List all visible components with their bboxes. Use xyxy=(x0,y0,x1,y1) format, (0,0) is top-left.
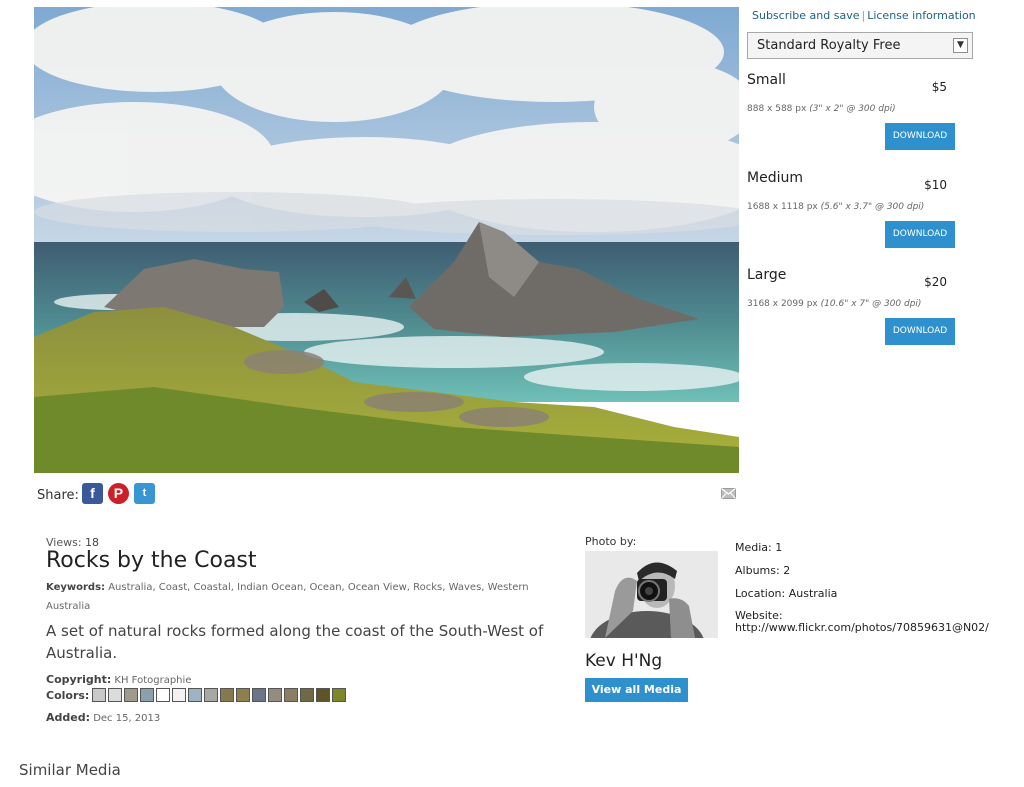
size-print: (3" x 2" @ 300 dpi) xyxy=(809,104,896,114)
size-price: $5 xyxy=(931,80,947,94)
added-value: Dec 15, 2013 xyxy=(93,713,161,724)
twitter-icon[interactable]: t xyxy=(133,483,155,504)
page-title: Rocks by the Coast xyxy=(46,548,257,573)
size-print: (10.6" x 7" @ 300 dpi) xyxy=(820,299,922,309)
color-swatch[interactable] xyxy=(220,688,235,702)
color-swatch[interactable] xyxy=(188,688,203,702)
stat-media-label: Media: xyxy=(735,541,772,554)
copyright: Copyright: KH Fotographie xyxy=(46,673,191,686)
share-label: Share: xyxy=(37,488,79,503)
size-pixels: 888 x 588 px xyxy=(747,104,807,114)
license-selected-value: Standard Royalty Free xyxy=(757,38,901,53)
color-swatch[interactable] xyxy=(252,688,267,702)
pinterest-icon[interactable]: P xyxy=(107,483,129,504)
description: A set of natural rocks formed along the … xyxy=(46,622,544,662)
color-swatch[interactable] xyxy=(124,688,139,702)
size-dimensions: 3168 x 2099 px (10.6" x 7" @ 300 dpi) xyxy=(747,299,921,309)
size-pixels: 3168 x 2099 px xyxy=(747,299,818,309)
color-swatch[interactable] xyxy=(284,688,299,702)
size-price: $20 xyxy=(924,275,947,289)
download-large-button[interactable]: DOWNLOAD xyxy=(885,318,955,345)
main-photo[interactable] xyxy=(34,7,739,473)
photographer-portrait xyxy=(585,551,718,638)
license-info-link[interactable]: License information xyxy=(867,9,975,22)
link-separator: | xyxy=(861,9,866,22)
stat-media: Media: 1 xyxy=(735,541,782,554)
size-name: Large xyxy=(747,267,787,283)
website-link[interactable]: http://www.flickr.com/photos/70859631@N0… xyxy=(735,621,989,634)
view-all-media-button[interactable]: View all Media xyxy=(585,678,688,702)
color-swatch[interactable] xyxy=(108,688,123,702)
download-medium-button[interactable]: DOWNLOAD xyxy=(885,221,955,248)
photo-by-label: Photo by: xyxy=(585,535,637,548)
coastal-rocks-photo xyxy=(34,7,739,473)
size-option-large: Large $20 3168 x 2099 px (10.6" x 7" @ 3… xyxy=(747,267,959,347)
size-option-small: Small $5 888 x 588 px (3" x 2" @ 300 dpi… xyxy=(747,72,959,152)
author-name[interactable]: Kev H'Ng xyxy=(585,651,662,671)
color-swatch[interactable] xyxy=(316,688,331,702)
color-swatch[interactable] xyxy=(204,688,219,702)
facebook-icon[interactable]: f xyxy=(81,483,103,504)
color-swatch[interactable] xyxy=(172,688,187,702)
stat-albums-value: 2 xyxy=(783,564,791,577)
copyright-value: KH Fotographie xyxy=(114,675,192,686)
chevron-down-icon[interactable]: ▼ xyxy=(953,38,968,53)
size-dimensions: 888 x 588 px (3" x 2" @ 300 dpi) xyxy=(747,104,896,114)
stat-albums: Albums: 2 xyxy=(735,564,790,577)
stat-media-value: 1 xyxy=(775,541,783,554)
size-dimensions: 1688 x 1118 px (5.6" x 3.7" @ 300 dpi) xyxy=(747,202,924,212)
size-option-medium: Medium $10 1688 x 1118 px (5.6" x 3.7" @… xyxy=(747,170,959,250)
license-type-select[interactable]: Standard Royalty Free ▼ xyxy=(747,32,973,59)
size-pixels: 1688 x 1118 px xyxy=(747,202,818,212)
size-name: Medium xyxy=(747,170,803,186)
avatar[interactable] xyxy=(585,551,718,638)
color-swatch[interactable] xyxy=(300,688,315,702)
color-swatch[interactable] xyxy=(268,688,283,702)
color-swatches xyxy=(92,688,348,702)
stat-location-label: Location: xyxy=(735,587,786,600)
keywords-list[interactable]: Australia, Coast, Coastal, Indian Ocean,… xyxy=(46,582,529,612)
stat-location: Location: Australia xyxy=(735,587,837,600)
size-price: $10 xyxy=(924,178,947,192)
email-icon[interactable] xyxy=(721,488,736,499)
copyright-label: Copyright: xyxy=(46,673,112,686)
added-date: Added: Dec 15, 2013 xyxy=(46,711,160,724)
share-bar: Share: f P t xyxy=(37,483,160,504)
keywords-label: Keywords: xyxy=(46,582,106,593)
subscribe-link[interactable]: Subscribe and save xyxy=(752,9,859,22)
color-swatch[interactable] xyxy=(140,688,155,702)
stat-location-value: Australia xyxy=(788,587,838,600)
color-swatch[interactable] xyxy=(332,688,347,702)
header-links: Subscribe and save | License information xyxy=(752,9,976,22)
stat-albums-label: Albums: xyxy=(735,564,780,577)
similar-media-heading: Similar Media xyxy=(19,761,121,779)
added-label: Added: xyxy=(46,711,90,724)
color-swatch[interactable] xyxy=(236,688,251,702)
keywords: Keywords: Australia, Coast, Coastal, Ind… xyxy=(46,578,546,616)
size-name: Small xyxy=(747,72,786,88)
color-swatch[interactable] xyxy=(156,688,171,702)
download-small-button[interactable]: DOWNLOAD xyxy=(885,123,955,150)
size-print: (5.6" x 3.7" @ 300 dpi) xyxy=(820,202,925,212)
color-palette: Colors: xyxy=(46,688,348,702)
colors-label: Colors: xyxy=(46,688,90,702)
color-swatch[interactable] xyxy=(92,688,107,702)
